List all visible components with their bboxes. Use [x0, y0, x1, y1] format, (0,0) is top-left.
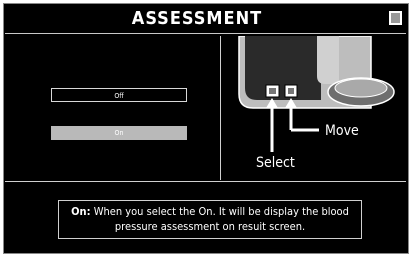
help-box: On: When you select the On. It will be d…: [58, 200, 362, 239]
device-illustration-panel: Move Select: [220, 36, 408, 180]
device-illustration: [238, 36, 395, 152]
option-on[interactable]: On: [51, 126, 187, 140]
option-off[interactable]: Off: [51, 88, 187, 102]
title-bar: ASSESSMENT: [5, 5, 406, 34]
device-ridge: [317, 36, 339, 84]
device-screen: ASSESSMENT Off On Move Select On: When y…: [3, 3, 409, 254]
device-face: [245, 36, 321, 100]
select-label: Select: [256, 155, 295, 171]
move-label: Move: [325, 123, 359, 139]
move-button-face: [288, 88, 294, 94]
help-text: When you select the On. It will be displ…: [93, 205, 349, 233]
page-title: ASSESSMENT: [131, 8, 263, 29]
corner-square-icon[interactable]: [389, 11, 402, 25]
help-keyword: On:: [71, 205, 91, 218]
select-button-face: [269, 88, 276, 94]
options-panel: Off On: [5, 36, 217, 180]
dial-inner: [334, 78, 388, 98]
divider: [5, 181, 406, 182]
